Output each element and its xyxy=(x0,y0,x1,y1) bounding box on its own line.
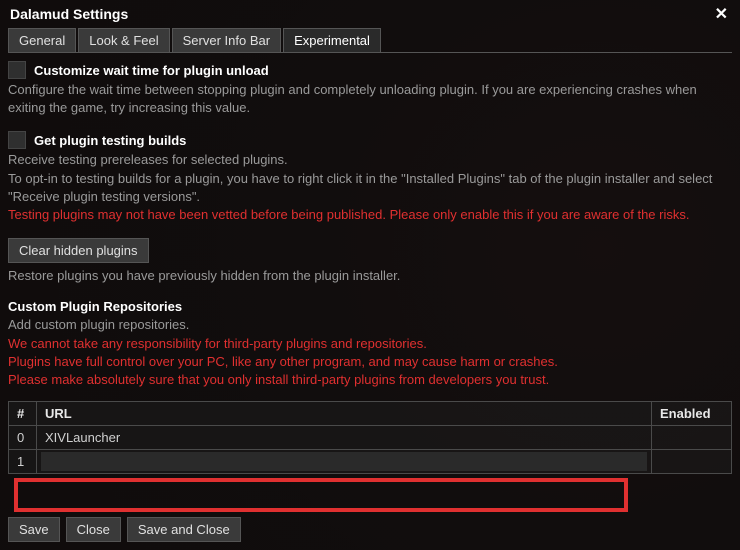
table-row: 0 XIVLauncher xyxy=(9,426,732,450)
tab-general[interactable]: General xyxy=(8,28,76,52)
repo-table: # URL Enabled 0 XIVLauncher 1 xyxy=(8,401,732,474)
tab-look-and-feel[interactable]: Look & Feel xyxy=(78,28,169,52)
close-icon[interactable]: ✕ xyxy=(711,4,732,24)
clear-hidden-button[interactable]: Clear hidden plugins xyxy=(8,238,149,263)
repo-url-input[interactable] xyxy=(41,452,647,471)
tab-bar: General Look & Feel Server Info Bar Expe… xyxy=(8,28,732,53)
title-bar: Dalamud Settings ✕ xyxy=(0,0,740,28)
cell-index-1: 1 xyxy=(9,450,37,474)
cell-url-0: XIVLauncher xyxy=(37,426,652,450)
section-repos: Custom Plugin Repositories Add custom pl… xyxy=(8,299,732,474)
desc-repos: Add custom plugin repositories. xyxy=(8,316,732,334)
window-title: Dalamud Settings xyxy=(10,6,128,22)
desc-testing-2: To opt-in to testing builds for a plugin… xyxy=(8,170,732,206)
desc-hidden: Restore plugins you have previously hidd… xyxy=(8,267,732,285)
heading-repos: Custom Plugin Repositories xyxy=(8,299,732,314)
warn-repos-3: Please make absolutely sure that you onl… xyxy=(8,371,732,389)
close-button[interactable]: Close xyxy=(66,517,121,542)
cell-enabled-0 xyxy=(652,426,732,450)
save-and-close-button[interactable]: Save and Close xyxy=(127,517,241,542)
section-hidden: Clear hidden plugins Restore plugins you… xyxy=(8,238,732,285)
warn-repos-1: We cannot take any responsibility for th… xyxy=(8,335,732,353)
desc-customize-wait: Configure the wait time between stopping… xyxy=(8,81,732,117)
save-button[interactable]: Save xyxy=(8,517,60,542)
section-unload: Customize wait time for plugin unload Co… xyxy=(8,61,732,117)
label-customize-wait: Customize wait time for plugin unload xyxy=(34,63,269,78)
warn-testing: Testing plugins may not have been vetted… xyxy=(8,206,732,224)
desc-testing-1: Receive testing prereleases for selected… xyxy=(8,151,732,169)
cell-index-0: 0 xyxy=(9,426,37,450)
col-header-enabled: Enabled xyxy=(652,402,732,426)
col-header-index: # xyxy=(9,402,37,426)
content-area: General Look & Feel Server Info Bar Expe… xyxy=(0,28,740,474)
section-testing: Get plugin testing builds Receive testin… xyxy=(8,131,732,224)
settings-window: Dalamud Settings ✕ General Look & Feel S… xyxy=(0,0,740,550)
cell-url-1 xyxy=(37,450,652,474)
label-testing-builds: Get plugin testing builds xyxy=(34,133,186,148)
warn-repos-2: Plugins have full control over your PC, … xyxy=(8,353,732,371)
checkbox-testing-builds[interactable] xyxy=(8,131,26,149)
tab-experimental[interactable]: Experimental xyxy=(283,28,381,52)
table-row: 1 xyxy=(9,450,732,474)
footer-buttons: Save Close Save and Close xyxy=(8,517,241,542)
tab-server-info-bar[interactable]: Server Info Bar xyxy=(172,28,281,52)
checkbox-customize-wait[interactable] xyxy=(8,61,26,79)
col-header-url: URL xyxy=(37,402,652,426)
highlight-annotation xyxy=(14,478,628,512)
cell-enabled-1 xyxy=(652,450,732,474)
